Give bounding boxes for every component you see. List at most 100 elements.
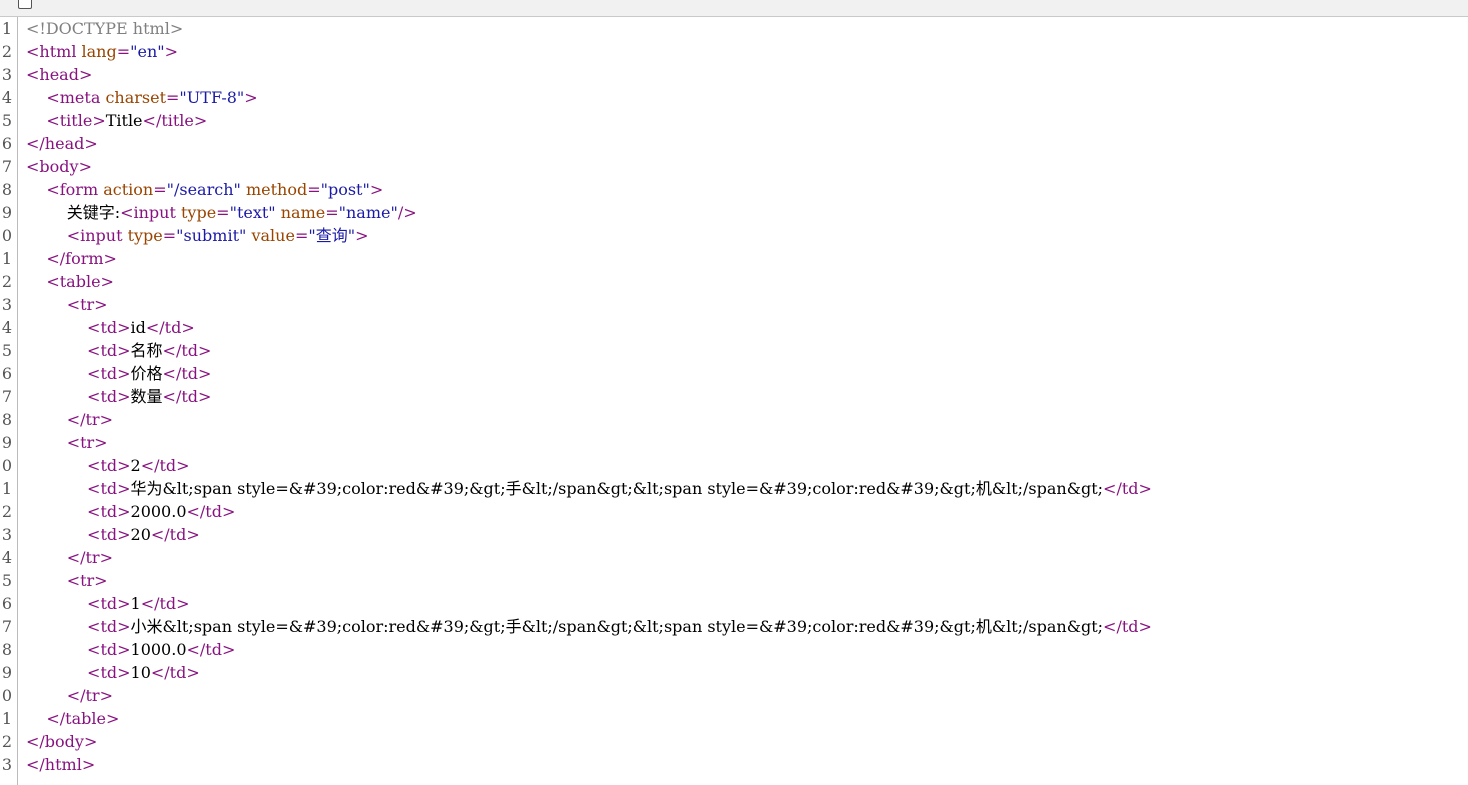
line-number: 8	[1, 640, 12, 659]
code-token-tag: <tr>	[66, 571, 108, 590]
code-token-tag: <td>	[87, 640, 131, 659]
source-line: 3 <tr>	[0, 293, 1468, 316]
line-code: <head>	[26, 63, 92, 86]
code-token-tag: </td>	[162, 341, 212, 360]
code-token-tag: </td>	[1103, 479, 1152, 498]
code-token-tag: <html	[26, 42, 82, 61]
source-line: 8 <td>1000.0</td>	[0, 638, 1468, 661]
line-code: <td>1</td>	[26, 592, 190, 615]
line-number: 0	[1, 226, 12, 245]
line-code: <tr>	[26, 569, 108, 592]
code-token-tag: =	[153, 180, 167, 199]
source-line: 4 <td>id</td>	[0, 316, 1468, 339]
line-code: <td>20</td>	[26, 523, 200, 546]
line-code: <tr>	[26, 293, 108, 316]
code-token-tag: =	[307, 180, 321, 199]
line-number: 1	[1, 249, 12, 268]
source-line: 9 <tr>	[0, 431, 1468, 454]
code-token-val: "text"	[229, 203, 276, 222]
source-line: 7 <body>	[0, 155, 1468, 178]
code-token-tag: </title>	[142, 111, 208, 130]
code-token-tag: <td>	[87, 617, 131, 636]
code-token-tag: </td>	[1103, 617, 1152, 636]
line-wrap-checkbox[interactable]	[18, 0, 32, 9]
code-token-attr: value	[251, 226, 295, 245]
source-line: 1 <td>华为&lt;span style=&#39;color:red&#3…	[0, 477, 1468, 500]
code-token-tag: <tr>	[66, 433, 108, 452]
code-token-tag: =	[166, 88, 180, 107]
line-number: 0	[1, 686, 12, 705]
line-number: 5	[1, 341, 12, 360]
code-token-tag: =	[325, 203, 339, 222]
line-number: 8	[1, 180, 12, 199]
line-number: 2	[1, 732, 12, 751]
line-code: </tr>	[26, 546, 113, 569]
code-token-txt: 1	[130, 594, 141, 613]
line-number: 4	[1, 88, 12, 107]
source-line: 1 <!DOCTYPE html>	[0, 17, 1468, 40]
code-token-tag: </td>	[162, 387, 212, 406]
line-number: 3	[1, 65, 12, 84]
code-token-tag: </td>	[140, 594, 190, 613]
source-line: 9 <td>10</td>	[0, 661, 1468, 684]
line-code: <!DOCTYPE html>	[26, 17, 183, 40]
code-token-txt: 数量	[130, 387, 163, 406]
code-token-txt: 华为&lt;span style=&#39;color:red&#39;&gt;…	[130, 479, 1104, 498]
source-line: 1 </table>	[0, 707, 1468, 730]
source-line: 8 <form action="/search" method="post">	[0, 178, 1468, 201]
line-number: 3	[1, 755, 12, 774]
line-number: 9	[1, 203, 12, 222]
code-token-cmt: <!DOCTYPE html>	[26, 19, 184, 38]
code-token-tag: <head>	[26, 65, 93, 84]
source-line: 7 <td>小米&lt;span style=&#39;color:red&#3…	[0, 615, 1468, 638]
code-token-tag: />	[397, 203, 417, 222]
code-token-tag: >	[244, 88, 258, 107]
source-line: 5 <td>名称</td>	[0, 339, 1468, 362]
code-token-tag: <td>	[87, 525, 131, 544]
line-code: </tr>	[26, 684, 113, 707]
code-token-val: "post"	[320, 180, 370, 199]
line-code: <tr>	[26, 431, 108, 454]
line-code: </form>	[26, 247, 117, 270]
code-token-txt: Title	[105, 111, 143, 130]
code-token-txt: 名称	[130, 341, 163, 360]
line-number: 4	[1, 318, 12, 337]
source-line: 4 </tr>	[0, 546, 1468, 569]
source-line: 4 <meta charset="UTF-8">	[0, 86, 1468, 109]
code-token-txt: 关键字:	[26, 203, 121, 222]
line-code: <td>小米&lt;span style=&#39;color:red&#39;…	[26, 615, 1152, 638]
line-code: <html lang="en">	[26, 40, 178, 63]
code-token-tag: </table>	[46, 709, 120, 728]
source-line: 2 </body>	[0, 730, 1468, 753]
code-token-tag: </td>	[140, 456, 190, 475]
source-line: 8 </tr>	[0, 408, 1468, 431]
code-token-tag: <td>	[87, 594, 131, 613]
source-line: 2 <html lang="en">	[0, 40, 1468, 63]
code-token-attr: action	[103, 180, 154, 199]
code-token-tag: </body>	[26, 732, 98, 751]
code-token-attr: type	[127, 226, 163, 245]
line-number: 2	[1, 502, 12, 521]
line-number: 7	[1, 617, 12, 636]
code-token-tag: <td>	[87, 502, 131, 521]
line-code: <title>Title</title>	[26, 109, 207, 132]
source-line: 0 </tr>	[0, 684, 1468, 707]
code-token-txt: 2000.0	[130, 502, 187, 521]
line-code: </head>	[26, 132, 98, 155]
code-token-tag: </tr>	[66, 548, 113, 567]
code-token-attr: type	[180, 203, 217, 222]
source-line: 6 </head>	[0, 132, 1468, 155]
source-line: 2 <table>	[0, 270, 1468, 293]
code-token-val: "submit"	[176, 226, 247, 245]
line-code: <meta charset="UTF-8">	[26, 86, 258, 109]
code-token-tag: </head>	[26, 134, 98, 153]
line-number: 1	[1, 479, 12, 498]
